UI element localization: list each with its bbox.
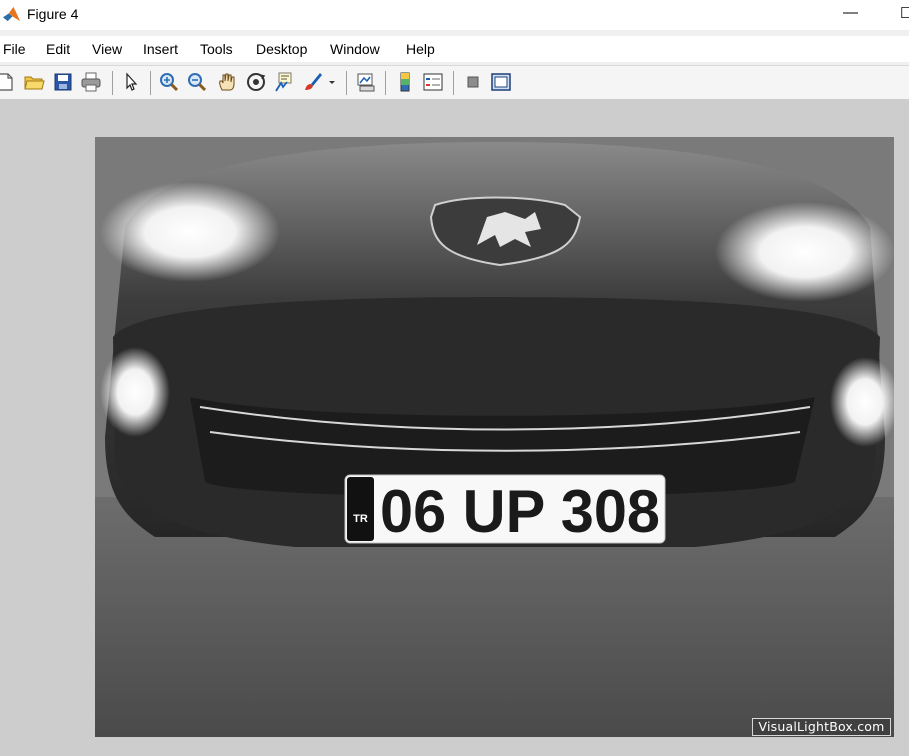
menu-bar: File Edit View Insert Tools Desktop Wind… — [0, 36, 909, 62]
window-title: Figure 4 — [27, 6, 79, 22]
plate-country-band — [347, 477, 374, 541]
select-arrow-icon[interactable] — [120, 71, 142, 93]
insert-colorbar-icon[interactable] — [394, 71, 416, 93]
rotate-3d-icon[interactable] — [245, 71, 267, 93]
plate-number: 06 UP 308 — [380, 478, 660, 545]
left-headlight — [100, 182, 280, 282]
open-file-icon[interactable] — [23, 71, 45, 93]
plate-country-code: TR — [353, 513, 368, 525]
link-plot-icon[interactable] — [355, 71, 377, 93]
zoom-out-icon[interactable] — [186, 71, 208, 93]
toolbar-separator — [112, 71, 113, 95]
brush-dropdown-icon[interactable] — [326, 71, 338, 93]
menu-insert[interactable]: Insert — [143, 41, 178, 57]
print-icon[interactable] — [80, 71, 102, 93]
matlab-logo-icon — [2, 6, 21, 22]
car-license-plate-image[interactable]: TR 06 UP 308 — [95, 137, 894, 737]
menu-window[interactable]: Window — [330, 41, 380, 57]
menu-help[interactable]: Help — [406, 41, 435, 57]
figure-toolbar — [0, 65, 909, 100]
minimize-button[interactable]: — — [843, 4, 858, 21]
hide-plot-tools-icon[interactable] — [462, 71, 484, 93]
menu-view[interactable]: View — [92, 41, 122, 57]
zoom-in-icon[interactable] — [158, 71, 180, 93]
menu-desktop[interactable]: Desktop — [256, 41, 307, 57]
left-fog-light — [100, 347, 170, 437]
toolbar-separator — [385, 71, 386, 95]
pan-hand-icon[interactable] — [216, 71, 238, 93]
brush-icon[interactable] — [302, 71, 324, 93]
toolbar-separator — [346, 71, 347, 95]
data-cursor-icon[interactable] — [273, 71, 295, 93]
title-bar: Figure 4 — ☐ — [0, 0, 909, 30]
toolbar-separator — [150, 71, 151, 95]
menu-file[interactable]: File — [3, 41, 26, 57]
new-figure-icon[interactable] — [0, 71, 16, 93]
menu-tools[interactable]: Tools — [200, 41, 233, 57]
maximize-button[interactable]: ☐ — [900, 4, 909, 22]
save-icon[interactable] — [52, 71, 74, 93]
insert-legend-icon[interactable] — [422, 71, 444, 93]
watermark-text: VisualLightBox.com — [752, 718, 891, 736]
right-headlight — [715, 202, 894, 302]
show-plot-tools-icon[interactable] — [490, 71, 512, 93]
menu-edit[interactable]: Edit — [46, 41, 70, 57]
toolbar-separator — [453, 71, 454, 95]
